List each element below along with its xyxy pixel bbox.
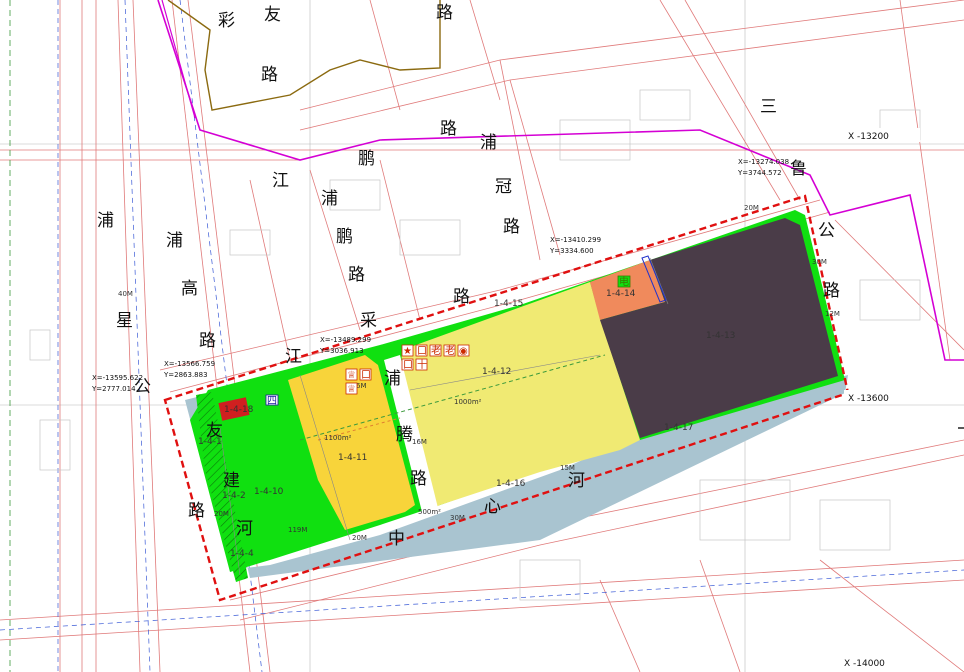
road-label-jiangcai-1: 江: [285, 347, 302, 367]
dim-16m: 16M: [412, 438, 427, 446]
dim-12m: 12M: [825, 310, 840, 318]
road-label-jiangcai-2: 采: [360, 311, 377, 331]
coord-3-x: X=-13489.299: [320, 336, 371, 344]
target-icon: ◉: [459, 346, 468, 357]
dim-20m-a: 20M: [352, 534, 367, 542]
planning-map: 彩 友 路 路 三 鲁 江 鹏 路 浦 冠 路 浦 高 路 浦 星 公 路 浦 …: [0, 0, 964, 672]
coord-4-x: X=-13566.759: [164, 360, 215, 368]
dim-500: 500m²: [418, 508, 441, 516]
dim-20m-c: 20M: [744, 204, 759, 212]
road-label-puxing-4: 路: [188, 501, 205, 521]
road-label-caiyou-1: 彩: [218, 11, 235, 31]
parcel-label-1-4-13: 1-4-13: [706, 331, 735, 341]
coord-1-x: X=-13274.038: [738, 158, 789, 166]
road-label-pupeng-1: 浦: [321, 189, 338, 209]
grid-label-1: X -13200: [848, 132, 889, 142]
dim-30m: 30M: [812, 258, 827, 266]
grid-label-2: X -13600: [848, 394, 889, 404]
road-label-pupeng-2: 鹏: [336, 227, 353, 247]
road-label-gonglu-2: 路: [823, 281, 840, 301]
dim-30m-b: 30M: [450, 514, 465, 522]
road-label-jiangpeng-1: 江: [272, 171, 289, 191]
power-icon: 电: [619, 275, 629, 288]
elderly-icon: 老: [431, 344, 441, 357]
box-icon-2: 口: [403, 360, 413, 371]
dim-119: 119M: [288, 526, 307, 534]
parcel-label-1-4-14: 1-4-14: [606, 289, 636, 299]
dim-15m: 15M: [560, 464, 575, 472]
parcel-label-1-4-18: 1-4-18: [224, 405, 254, 415]
elderly-icon-2: 老: [445, 344, 455, 357]
coord-5-y: Y=2777.014: [91, 385, 136, 393]
road-label-puguan-3: 路: [503, 217, 520, 237]
substation-icon: 四: [267, 396, 277, 407]
parcel-label-1-4-12: 1-4-12: [482, 367, 511, 377]
road-label-zhongxin-2: 心: [484, 497, 501, 517]
road-label-youjian-3: 河: [236, 519, 253, 539]
dim-40m: 40M: [118, 290, 133, 298]
cup-icon: ♕: [347, 370, 356, 381]
coord-4-y: Y=2863.883: [163, 371, 208, 379]
road-label-jiangcai-3: 路: [453, 287, 470, 307]
box-icon-3: 口: [361, 370, 371, 381]
road-label-san: 三: [760, 97, 777, 117]
plus-icon: 十: [417, 358, 427, 371]
road-label-gonglu-1: 公: [818, 221, 835, 241]
box-icon: 口: [417, 346, 427, 357]
road-label-pugao-1: 浦: [166, 231, 183, 251]
parcel-label-1-4-10: 1-4-10: [254, 487, 284, 497]
road-label-pudeng-3: 路: [410, 469, 427, 489]
road-label-pugao-3: 路: [199, 331, 216, 351]
coord-2-x: X=-13410.299: [550, 236, 601, 244]
parcel-label-1-4-16: 1-4-16: [496, 479, 526, 489]
cup-icon-2: ♕: [347, 384, 356, 395]
road-label-puxing-2: 星: [116, 311, 133, 331]
coord-5-x: X=-13595.622: [92, 374, 143, 382]
road-label-jiangpeng-2: 鹏: [358, 149, 375, 169]
road-label-lu-top: 路: [436, 3, 453, 23]
road-label-youjian-2: 建: [223, 471, 240, 491]
road-label-lu-north: 鲁: [790, 159, 807, 179]
parcel-label-1-4-4: 1-4-4: [230, 549, 254, 559]
road-label-pudeng-2: 腾: [396, 425, 413, 445]
road-label-pupeng-3: 路: [348, 265, 365, 285]
parcel-label-1-4-17: 1-4-17: [664, 423, 693, 433]
grid-label-3: X -14000: [844, 659, 885, 669]
road-label-caiyou-2: 友: [264, 5, 281, 25]
road-label-caiyou-3: 路: [261, 65, 278, 85]
dim-1000: 1000m²: [454, 398, 482, 406]
parcel-label-1-4-11: 1-4-11: [338, 453, 367, 463]
road-label-zhongxin-1: 中: [388, 529, 405, 549]
road-label-jiangpeng-3: 路: [440, 119, 457, 139]
dim-6m: 6M: [356, 382, 367, 390]
coord-1-y: Y=3744.572: [737, 169, 782, 177]
coord-2-y: Y=3334.600: [549, 247, 594, 255]
parcel-label-1-4-2: 1-4-2: [222, 491, 246, 501]
parcel-label-1-4-1: 1-4-1: [198, 437, 222, 447]
road-label-pudeng-1: 浦: [384, 369, 401, 389]
road-label-zhongxin-3: 河: [568, 471, 585, 491]
star-icon: ★: [403, 346, 412, 357]
parcel-label-1-4-15: 1-4-15: [494, 299, 523, 309]
road-label-puguan-1: 浦: [480, 133, 497, 153]
coord-3-y: Y=3036.913: [319, 347, 364, 355]
dim-20m-b: 20M: [214, 510, 229, 518]
road-label-puxing-1: 浦: [97, 211, 114, 231]
road-label-pugao-2: 高: [181, 279, 198, 299]
dim-1100: 1100m²: [324, 434, 352, 442]
road-label-puguan-2: 冠: [495, 177, 512, 197]
